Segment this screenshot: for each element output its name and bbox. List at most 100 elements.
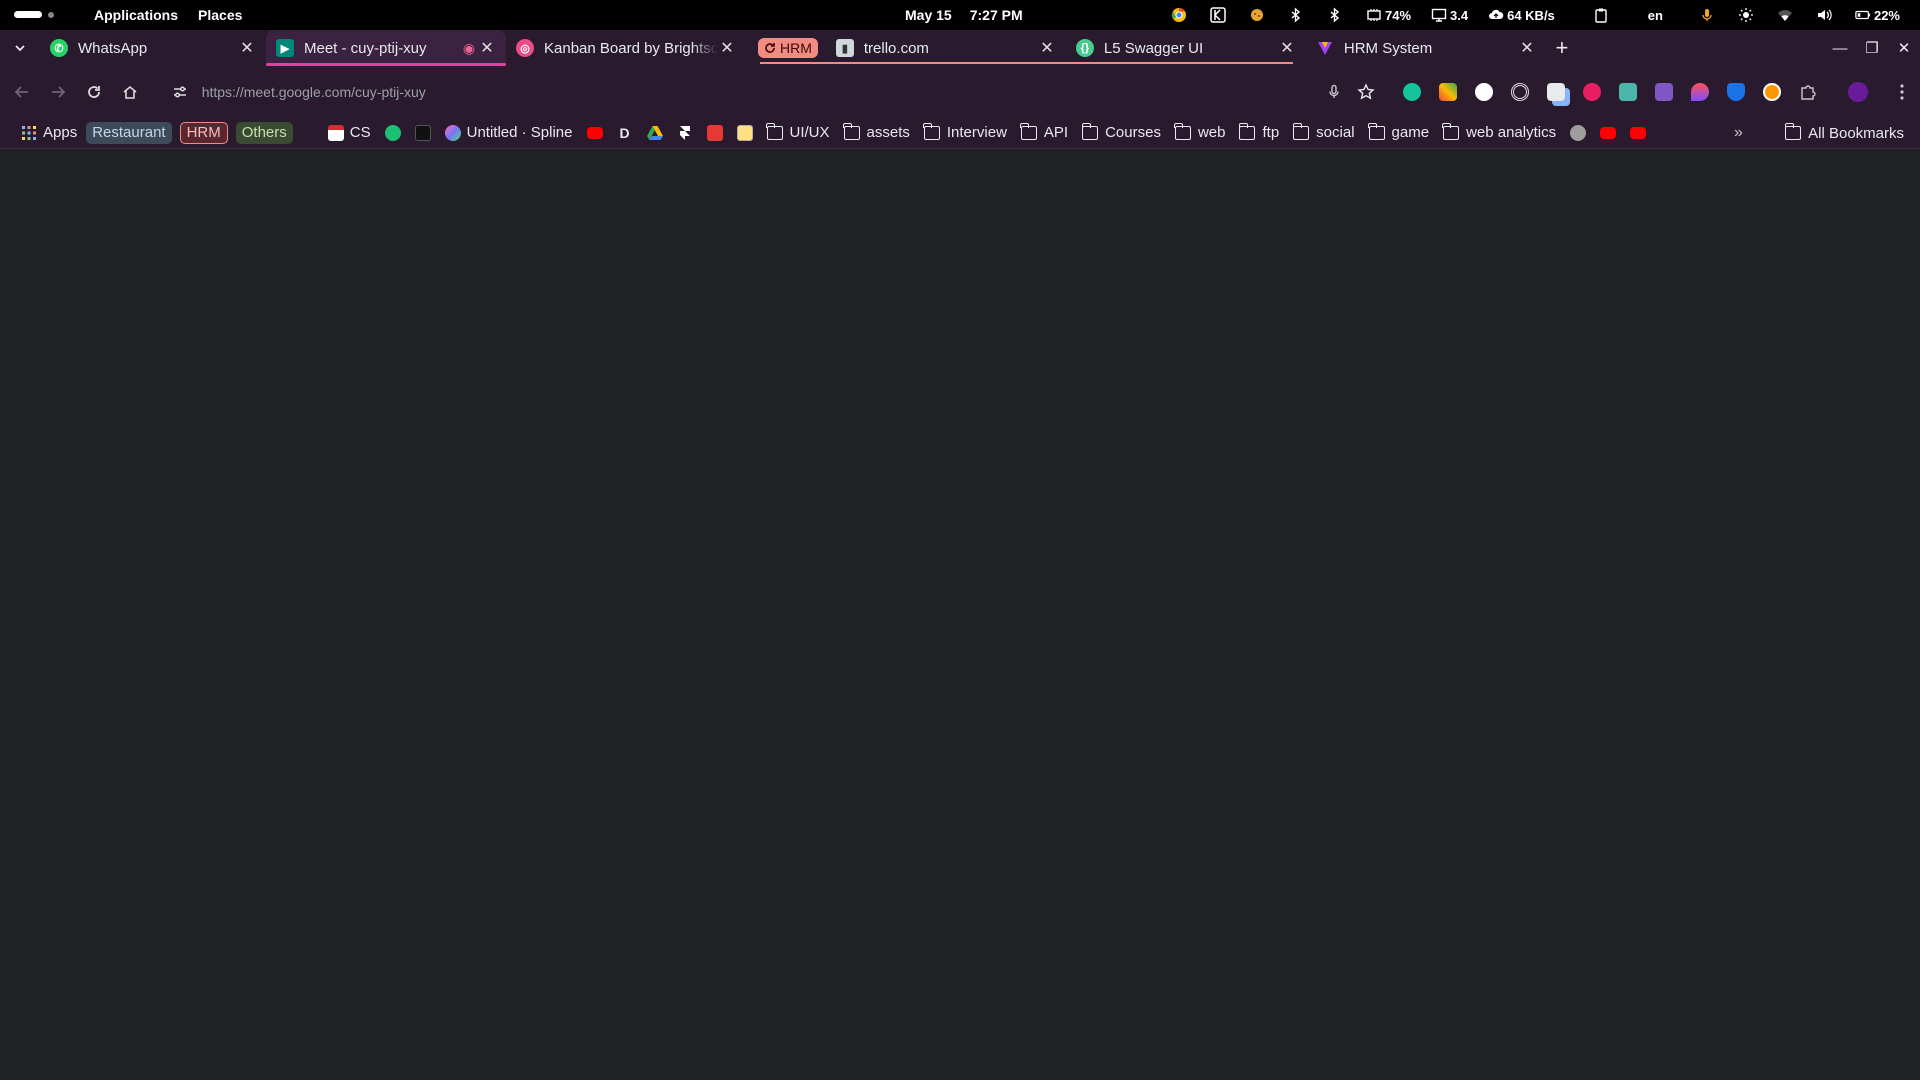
- bookmark-red-site[interactable]: [702, 120, 728, 146]
- brightness-icon[interactable]: [1728, 0, 1767, 30]
- close-icon[interactable]: ✕: [238, 39, 256, 57]
- close-icon[interactable]: ✕: [478, 39, 496, 57]
- letter-d-icon: D: [619, 124, 630, 141]
- close-icon[interactable]: ✕: [718, 39, 736, 57]
- clipboard-icon[interactable]: [1583, 0, 1622, 30]
- grammarly-icon[interactable]: [1394, 74, 1430, 110]
- clock[interactable]: May 15 7:27 PM: [905, 0, 1023, 30]
- browser-toolbar: https://meet.google.com/cuy-ptij-xuy: [0, 66, 1920, 117]
- bookmark-image-site[interactable]: [732, 120, 758, 146]
- battery-indicator[interactable]: 22%: [1845, 0, 1910, 30]
- avatar[interactable]: [1840, 74, 1876, 110]
- profile-extension-icon[interactable]: [1754, 74, 1790, 110]
- new-tab-button[interactable]: +: [1546, 30, 1578, 66]
- dark-mode-icon[interactable]: [1466, 74, 1502, 110]
- more-bookmarks-icon[interactable]: »: [1734, 117, 1743, 149]
- bookmark-medium[interactable]: [410, 120, 436, 146]
- tab-whatsapp[interactable]: ✆ WhatsApp ✕: [40, 30, 266, 66]
- bookmark-folder-social[interactable]: social: [1288, 120, 1359, 146]
- close-icon[interactable]: ✕: [1278, 39, 1296, 57]
- site-info-icon[interactable]: [172, 84, 188, 100]
- bookmark-youtube[interactable]: [582, 120, 608, 146]
- network-speed-indicator[interactable]: 64 KB/s: [1478, 0, 1565, 30]
- bookmark-folder-courses[interactable]: Courses: [1077, 120, 1166, 146]
- back-button[interactable]: [4, 74, 40, 110]
- bookmark-folder-game[interactable]: game: [1364, 120, 1435, 146]
- address-bar[interactable]: https://meet.google.com/cuy-ptij-xuy: [159, 73, 1382, 110]
- window-extension-icon[interactable]: [1538, 74, 1574, 110]
- bookmark-group-others[interactable]: Others: [235, 121, 293, 144]
- bookmark-drive[interactable]: [642, 120, 668, 146]
- pink-extension-icon[interactable]: [1574, 74, 1610, 110]
- url-text[interactable]: https://meet.google.com/cuy-ptij-xuy: [202, 84, 1318, 100]
- red-site-icon: [706, 124, 723, 141]
- colorful-extension-icon[interactable]: [1430, 74, 1466, 110]
- bookmark-group-restaurant[interactable]: Restaurant: [86, 121, 172, 144]
- volume-icon[interactable]: [1806, 0, 1845, 30]
- places-menu[interactable]: Places: [188, 7, 252, 23]
- url-host: https://meet.google.com: [201, 83, 352, 100]
- bookmark-folder-ftp[interactable]: ftp: [1234, 120, 1284, 146]
- drop-extension-icon[interactable]: [1682, 74, 1718, 110]
- cpu-indicator[interactable]: 74%: [1356, 0, 1421, 30]
- bookmark-star-icon[interactable]: [1350, 76, 1382, 108]
- target-extension-icon[interactable]: [1502, 74, 1538, 110]
- purple-extension-icon[interactable]: [1646, 74, 1682, 110]
- bookmark-framer[interactable]: [672, 120, 698, 146]
- puzzle-icon[interactable]: [1790, 74, 1826, 110]
- bookmark-group-hrm[interactable]: HRM: [179, 121, 228, 144]
- more-menu-icon[interactable]: [1884, 74, 1920, 110]
- close-icon[interactable]: ✕: [1518, 39, 1536, 57]
- tab-hrm-system[interactable]: HRM System ✕: [1306, 30, 1546, 66]
- bookmark-folder-assets[interactable]: assets: [839, 120, 915, 146]
- camera-extension-icon[interactable]: [1610, 74, 1646, 110]
- tab-swagger[interactable]: {} L5 Swagger UI ✕: [1066, 30, 1306, 66]
- forward-button[interactable]: [40, 74, 76, 110]
- bookmark-folder-web[interactable]: web: [1170, 120, 1231, 146]
- bluetooth-icon[interactable]: [1278, 0, 1317, 30]
- bookmark-fiverr[interactable]: [380, 120, 406, 146]
- battery-value: 22%: [1873, 7, 1900, 23]
- close-window-icon[interactable]: ✕: [1888, 30, 1920, 66]
- bookmark-github[interactable]: [1565, 120, 1591, 146]
- bookmark-label: Interview: [946, 124, 1007, 141]
- bookmark-youtube-2[interactable]: [1595, 120, 1621, 146]
- tab-search-button[interactable]: [0, 30, 40, 66]
- all-bookmarks-button[interactable]: All Bookmarks: [1784, 117, 1904, 149]
- load-indicator[interactable]: 3.4: [1421, 0, 1478, 30]
- shield-icon[interactable]: [1718, 74, 1754, 110]
- activities-indicator[interactable]: [14, 0, 72, 30]
- reload-button[interactable]: [76, 74, 112, 110]
- chrome-tray-icon[interactable]: [1161, 0, 1200, 30]
- cookie-tray-icon[interactable]: [1239, 0, 1278, 30]
- fiverr-icon: [384, 124, 401, 141]
- bookmark-folder-web-analytics[interactable]: web analytics: [1438, 120, 1561, 146]
- bluetooth-icon[interactable]: [1317, 0, 1356, 30]
- bookmark-apps[interactable]: Apps: [16, 120, 82, 146]
- tab-trello[interactable]: ▮ trello.com ✕: [826, 30, 1066, 66]
- microphone-icon[interactable]: [1689, 0, 1728, 30]
- bookmark-cs[interactable]: CS: [323, 120, 376, 146]
- bookmark-youtube-3[interactable]: [1625, 120, 1651, 146]
- close-icon[interactable]: ✕: [1038, 39, 1056, 57]
- minimize-icon[interactable]: —: [1824, 30, 1856, 66]
- bookmark-spline[interactable]: Untitled · Spline: [440, 120, 578, 146]
- applications-menu[interactable]: Applications: [84, 7, 188, 23]
- bookmark-folder-api[interactable]: API: [1016, 120, 1073, 146]
- home-button[interactable]: [112, 74, 148, 110]
- folder-icon: [1081, 122, 1099, 140]
- clock-date: May 15: [905, 7, 952, 23]
- tab-kanban[interactable]: ◎ Kanban Board by Brightsc ✕: [506, 30, 746, 66]
- load-value: 3.4: [1450, 7, 1469, 23]
- tab-meet[interactable]: ▶ Meet - cuy-ptij-xuy ◉ ✕: [266, 30, 506, 66]
- tab-group-hrm[interactable]: HRM: [758, 38, 818, 58]
- bookmark-dailydev[interactable]: D: [612, 120, 638, 146]
- page-content-area[interactable]: [0, 150, 1920, 1080]
- bookmark-folder-uiux[interactable]: UI/UX: [762, 120, 835, 146]
- bookmark-folder-interview[interactable]: Interview: [919, 120, 1012, 146]
- keyboard-language-indicator[interactable]: en: [1638, 0, 1673, 30]
- restore-icon[interactable]: ❐: [1856, 30, 1888, 66]
- voice-search-icon[interactable]: [1318, 76, 1350, 108]
- wifi-icon[interactable]: [1767, 0, 1806, 30]
- kde-connect-tray-icon[interactable]: [1200, 0, 1239, 30]
